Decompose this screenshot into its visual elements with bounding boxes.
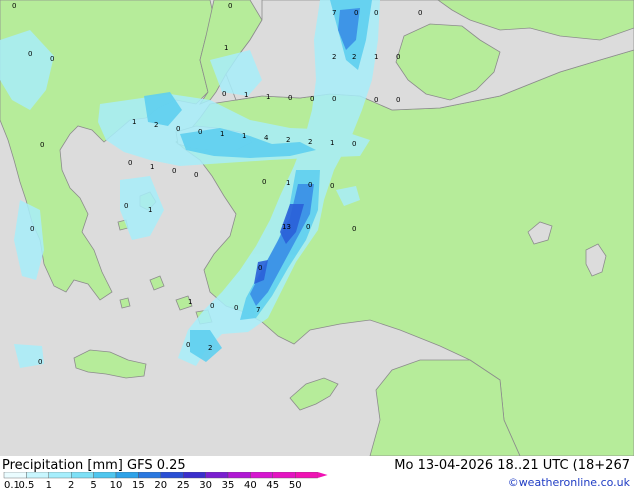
legend-swatch [250, 472, 273, 479]
map-label: 2 [332, 53, 336, 61]
map-label: 2 [154, 121, 158, 129]
map-label: 2 [308, 138, 312, 146]
legend-swatch [93, 472, 117, 479]
map-label: 0 [194, 171, 198, 179]
map-label: 1 [242, 132, 246, 140]
map-label: 1 [266, 93, 270, 101]
map-label: 7 [332, 9, 336, 17]
legend-tick-label: 35 [222, 480, 235, 490]
map-label: 0 [176, 125, 180, 133]
map-label: 2 [352, 53, 356, 61]
legend-tick-label: 25 [177, 480, 190, 490]
legend-tick-label: 1 [46, 480, 52, 490]
map-label: 0 [128, 159, 132, 167]
legend-swatch [160, 472, 184, 479]
map-label: 0 [172, 167, 176, 175]
precipitation-map: 0 0 7 0 0 0 0 0 1 2 2 1 0 0 1 1 0 0 0 0 … [0, 0, 634, 456]
map-label: 0 [374, 96, 378, 104]
precipitation-legend: 0.10.5 1 2 5 10 15 20 25 30 35 40 45 50 [3, 472, 328, 490]
map-label: 1 [330, 139, 334, 147]
map-label: 1 [150, 163, 154, 171]
legend-tick-label: 15 [132, 480, 145, 490]
map-label: 0 [30, 225, 34, 233]
map-label: 0 [288, 94, 292, 102]
map-label: 0 [40, 141, 44, 149]
legend-swatch [26, 472, 49, 479]
legend-tick-label: 50 [289, 480, 302, 490]
map-label: 1 [374, 53, 378, 61]
credit-link[interactable]: ©weatheronline.co.uk [508, 476, 630, 489]
legend-swatch [272, 472, 296, 479]
map-label: 0 [38, 358, 42, 366]
map-label: 0 [210, 302, 214, 310]
map-label: 0 [124, 202, 128, 210]
map-label: 1 [244, 91, 248, 99]
legend-tick-label: 0.5 [18, 480, 34, 490]
map-label: 1 [148, 206, 152, 214]
legend-tick-label: 2 [68, 480, 74, 490]
map-label: 1 [132, 118, 136, 126]
legend-swatch [70, 472, 94, 479]
legend-tick-label: 5 [90, 480, 96, 490]
legend-swatch [295, 472, 318, 479]
map-label: 0 [12, 2, 16, 10]
map-label: 0 [222, 90, 226, 98]
map-label: 0 [374, 9, 378, 17]
legend-tick-label: 20 [154, 480, 167, 490]
legend-tick-label: 10 [110, 480, 123, 490]
map-label: 0 [418, 9, 422, 17]
map-label: 0 [308, 181, 312, 189]
map-label: 2 [286, 136, 290, 144]
map-label: 1 [286, 179, 290, 187]
valid-time: Mo 13-04-2026 18..21 UTC (18+267 [394, 458, 630, 473]
map-label: 1 [224, 44, 228, 52]
legend-tick-label: 40 [244, 480, 257, 490]
legend-swatch [3, 472, 27, 479]
map-label: 0 [352, 225, 356, 233]
map-label: 0 [332, 95, 336, 103]
map-label: 0 [198, 128, 202, 136]
map-label: 0 [310, 95, 314, 103]
map-label: 1 [220, 130, 224, 138]
map-label: 0 [186, 341, 190, 349]
map-label: 0 [262, 178, 266, 186]
legend-swatch [227, 472, 251, 479]
map-label: 0 [258, 264, 262, 272]
map-label: 0 [234, 304, 238, 312]
map-label: 0 [352, 140, 356, 148]
map-label: 0 [28, 50, 32, 58]
legend-swatch [205, 472, 229, 479]
map-label: 1 [188, 298, 192, 306]
legend-arrow [317, 472, 328, 478]
map-label: 4 [264, 134, 269, 142]
map-label: 0 [228, 2, 232, 10]
map-label: 0 [396, 96, 400, 104]
map-label: 0 [396, 53, 400, 61]
legend-swatch [138, 472, 161, 479]
map-label: 7 [256, 306, 260, 314]
map-label: 0 [330, 182, 334, 190]
map-label: 0 [306, 223, 310, 231]
legend-swatch [48, 472, 72, 479]
legend-tick-label: 30 [199, 480, 212, 490]
legend-tick-label: 45 [266, 480, 279, 490]
map-label: 13 [282, 223, 291, 231]
map-label: 0 [50, 55, 54, 63]
map-label: 0 [354, 9, 358, 17]
legend-title: Precipitation [mm] GFS 0.25 [2, 458, 186, 473]
legend-swatch [115, 472, 139, 479]
legend-swatch [182, 472, 206, 479]
map-label: 2 [208, 344, 212, 352]
